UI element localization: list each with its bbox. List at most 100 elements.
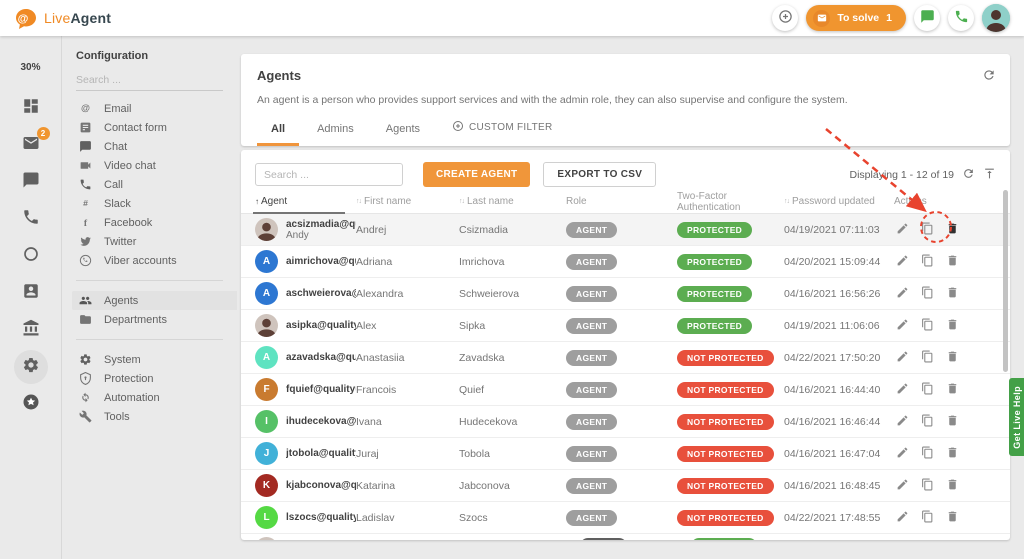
- sidebar-item-facebook[interactable]: fFacebook: [72, 213, 237, 232]
- delete-button[interactable]: [944, 414, 960, 430]
- table-row[interactable]: F fquief@qualityuni Francois Quief AGENT…: [241, 374, 1010, 406]
- copy-button[interactable]: [919, 350, 935, 366]
- rail-item-status-circle[interactable]: [14, 239, 48, 273]
- edit-button[interactable]: [894, 254, 910, 270]
- chat-icon: [920, 9, 935, 27]
- edit-button[interactable]: [894, 350, 910, 366]
- edit-button[interactable]: [894, 318, 910, 334]
- table-row-partial[interactable]: [241, 534, 1010, 540]
- table-row[interactable]: A azavadska@quali Anastasiia Zavadska AG…: [241, 342, 1010, 374]
- table-search-input[interactable]: [255, 163, 403, 186]
- delete-button[interactable]: [944, 446, 960, 462]
- liveagent-logo[interactable]: @ LiveAgent: [14, 7, 111, 29]
- table-row[interactable]: K kjabconova@qual Katarina Jabconova AGE…: [241, 470, 1010, 502]
- delete-button[interactable]: [944, 478, 960, 494]
- user-avatar[interactable]: [982, 4, 1010, 32]
- edit-button[interactable]: [894, 414, 910, 430]
- column-header-password-updated[interactable]: ↑↓Password updated: [784, 190, 894, 213]
- table-scrollbar[interactable]: [1003, 190, 1008, 372]
- sidebar-item-twitter[interactable]: Twitter: [72, 232, 237, 251]
- sidebar-item-automation[interactable]: Automation: [72, 388, 237, 407]
- column-header-agent[interactable]: ↑Agent: [255, 190, 356, 213]
- delete-button[interactable]: [944, 350, 960, 366]
- delete-button[interactable]: [944, 254, 960, 270]
- edit-button[interactable]: [894, 510, 910, 526]
- copy-button[interactable]: [919, 254, 935, 270]
- divider: [76, 339, 223, 340]
- table-row[interactable]: asipka@qualityun Alex Sipka AGENT PROTEC…: [241, 310, 1010, 342]
- table-row[interactable]: I ihudecekova@qu Ivana Hudecekova AGENT …: [241, 406, 1010, 438]
- copy-button[interactable]: [919, 414, 935, 430]
- rail-item-dashboard[interactable]: [14, 91, 48, 125]
- column-header-actions[interactable]: Actions: [894, 190, 1010, 213]
- sidebar-item-system[interactable]: System: [72, 350, 237, 369]
- rail-item-contacts[interactable]: [14, 276, 48, 310]
- sidebar-item-call[interactable]: Call: [72, 175, 237, 194]
- tab-all[interactable]: All: [257, 123, 299, 146]
- rail-item-star-circle[interactable]: [14, 387, 48, 421]
- sidebar-item-chat[interactable]: Chat: [72, 137, 237, 156]
- first-name-cell: Ladislav: [356, 512, 459, 524]
- sidebar-item-email[interactable]: @Email: [72, 99, 237, 118]
- delete-button[interactable]: [944, 318, 960, 334]
- scroll-top-icon[interactable]: [983, 167, 996, 183]
- get-live-help-tab[interactable]: Get Live Help: [1009, 378, 1024, 456]
- edit-button[interactable]: [894, 446, 910, 462]
- copy-button[interactable]: [919, 446, 935, 462]
- table-row[interactable]: A aimrichova@quali Adriana Imrichova AGE…: [241, 246, 1010, 278]
- edit-button[interactable]: [894, 478, 910, 494]
- edit-button[interactable]: [894, 286, 910, 302]
- tab-custom-filter[interactable]: CUSTOM FILTER: [438, 120, 567, 146]
- sidebar-item-video-chat[interactable]: Video chat: [72, 156, 237, 175]
- sidebar-item-tools[interactable]: Tools: [72, 407, 237, 426]
- rail-item-chat[interactable]: [14, 165, 48, 199]
- calls-button[interactable]: [948, 5, 974, 31]
- refresh-button[interactable]: [982, 68, 996, 85]
- edit-button[interactable]: [894, 382, 910, 398]
- rail-item-bank[interactable]: [14, 313, 48, 347]
- delete-button[interactable]: [944, 382, 960, 398]
- copy-button[interactable]: [919, 286, 935, 302]
- sidebar-item-contact-form[interactable]: Contact form: [72, 118, 237, 137]
- sidebar-item-label: Contact form: [104, 122, 167, 134]
- table-row[interactable]: L lszocs@qualityun Ladislav Szocs AGENT …: [241, 502, 1010, 534]
- copy-button[interactable]: [919, 318, 935, 334]
- delete-button[interactable]: [944, 286, 960, 302]
- table-row[interactable]: A aschweierova@qu Alexandra Schweierova …: [241, 278, 1010, 310]
- rail-item-gear[interactable]: [14, 350, 48, 384]
- refresh-icon[interactable]: [962, 167, 975, 183]
- tab-admins[interactable]: Admins: [303, 123, 368, 146]
- sidebar-search-input[interactable]: [76, 72, 223, 91]
- sidebar-title: Configuration: [72, 50, 237, 62]
- tab-agents[interactable]: Agents: [372, 123, 434, 146]
- svg-text:@: @: [18, 13, 29, 25]
- pencil-icon: [896, 510, 909, 526]
- copy-button[interactable]: [919, 510, 935, 526]
- delete-button[interactable]: [944, 510, 960, 526]
- edit-button[interactable]: [894, 222, 910, 238]
- to-solve-button[interactable]: To solve 1: [806, 5, 906, 31]
- delete-button[interactable]: [944, 222, 960, 238]
- trash-icon: [946, 510, 959, 526]
- sidebar-item-viber-accounts[interactable]: Viber accounts: [72, 251, 237, 270]
- rail-item-phone[interactable]: [14, 202, 48, 236]
- sidebar-item-departments[interactable]: Departments: [72, 310, 237, 329]
- copy-button[interactable]: [919, 222, 935, 238]
- copy-button[interactable]: [919, 382, 935, 398]
- column-header-role[interactable]: Role: [566, 190, 677, 213]
- sidebar-item-protection[interactable]: Protection: [72, 369, 237, 388]
- add-button[interactable]: [772, 5, 798, 31]
- column-header-first-name[interactable]: ↑↓First name: [356, 190, 459, 213]
- sidebar-item-agents[interactable]: Agents: [72, 291, 237, 310]
- table-row[interactable]: J jtobola@qualityur Juraj Tobola AGENT N…: [241, 438, 1010, 470]
- table-row[interactable]: acsizmadia@qual Andy Andrej Csizmadia AG…: [241, 214, 1010, 246]
- column-header-last-name[interactable]: ↑↓Last name: [459, 190, 566, 213]
- rail-item-mail[interactable]: 2: [14, 128, 48, 162]
- export-csv-button[interactable]: EXPORT TO CSV: [543, 162, 656, 187]
- column-header-two-factor-authentication[interactable]: Two-Factor Authentication: [677, 190, 784, 213]
- sidebar-item-slack[interactable]: #Slack: [72, 194, 237, 213]
- chats-button[interactable]: [914, 5, 940, 31]
- shield-icon: [78, 372, 92, 386]
- create-agent-button[interactable]: CREATE AGENT: [423, 162, 530, 187]
- copy-button[interactable]: [919, 478, 935, 494]
